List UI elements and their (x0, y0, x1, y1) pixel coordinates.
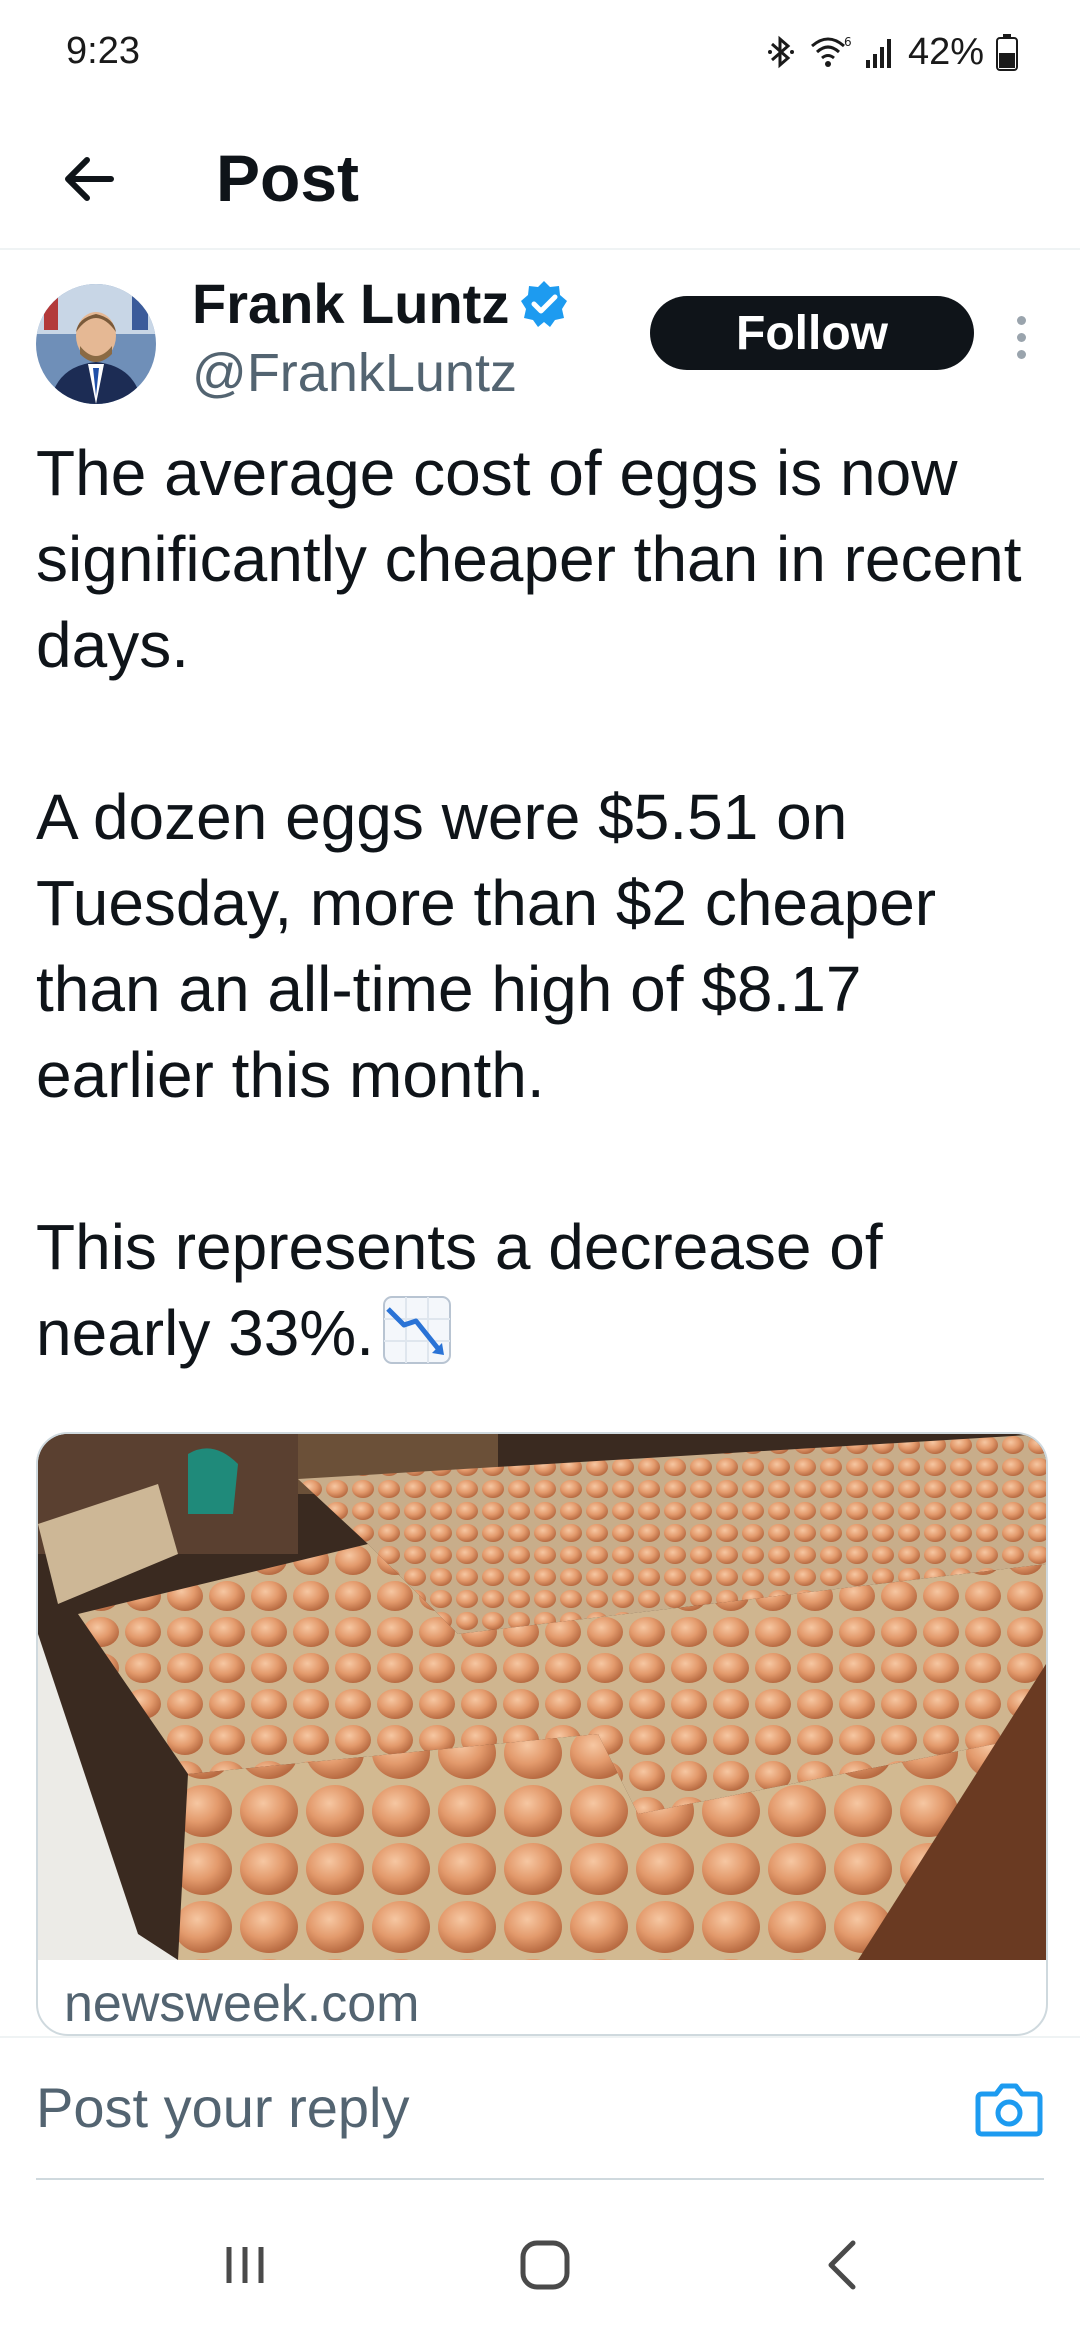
more-dot (1016, 349, 1026, 359)
recent-apps-button[interactable] (200, 2220, 290, 2310)
recent-apps-icon (226, 2247, 264, 2283)
back-icon (828, 2240, 856, 2290)
author-avatar[interactable] (36, 284, 156, 404)
wifi-icon: 6 (810, 35, 852, 67)
home-button[interactable] (500, 2220, 590, 2310)
battery-icon (996, 34, 1018, 71)
eggs-photo (38, 1434, 1046, 1960)
author-name-row[interactable]: Frank Luntz (192, 270, 569, 338)
reply-input[interactable]: Post your reply (36, 2068, 936, 2148)
post-paragraph-2: A dozen eggs were $5.51 on Tuesday, more… (36, 781, 937, 1111)
author-handle[interactable]: @FrankLuntz (192, 340, 517, 406)
status-bar: 9:23 6 42% (0, 0, 1080, 110)
follow-button[interactable]: Follow (650, 296, 974, 370)
system-nav-bar (0, 2180, 1080, 2340)
status-time: 9:23 (66, 30, 140, 72)
signal-icon (865, 39, 891, 68)
reply-bar: Post your reply (0, 2036, 1080, 2182)
back-button[interactable] (44, 134, 134, 224)
post-text: The average cost of eggs is now signific… (36, 430, 1046, 1376)
author-name[interactable]: Frank Luntz (192, 270, 509, 338)
nav-back-button[interactable] (800, 2220, 890, 2310)
link-domain[interactable]: newsweek.com (64, 1974, 419, 2034)
post-paragraph-1: The average cost of eggs is now signific… (36, 437, 1022, 681)
camera-button[interactable] (974, 2074, 1044, 2144)
chart-decreasing-emoji-icon (382, 1296, 451, 1364)
battery-percent: 42% (907, 30, 984, 73)
verified-badge-icon (521, 281, 568, 327)
status-icons: 6 42% (766, 28, 1018, 76)
more-dot (1016, 315, 1026, 325)
post-paragraph-3: This represents a decrease of nearly 33%… (36, 1211, 883, 1369)
post-paragraph-3-wrap: This represents a decrease of nearly 33%… (36, 1204, 1046, 1376)
top-header: Post (0, 110, 1080, 250)
avatar-photo (36, 284, 156, 404)
link-preview-card[interactable]: newsweek.com (36, 1432, 1048, 2036)
page-title: Post (216, 141, 360, 215)
svg-text:6: 6 (844, 35, 852, 49)
more-options-button[interactable] (1000, 300, 1042, 374)
bluetooth-icon (767, 35, 794, 69)
home-icon (520, 2240, 570, 2290)
arrow-left-icon (65, 157, 114, 201)
camera-icon (975, 2083, 1043, 2137)
more-dot (1016, 332, 1026, 342)
